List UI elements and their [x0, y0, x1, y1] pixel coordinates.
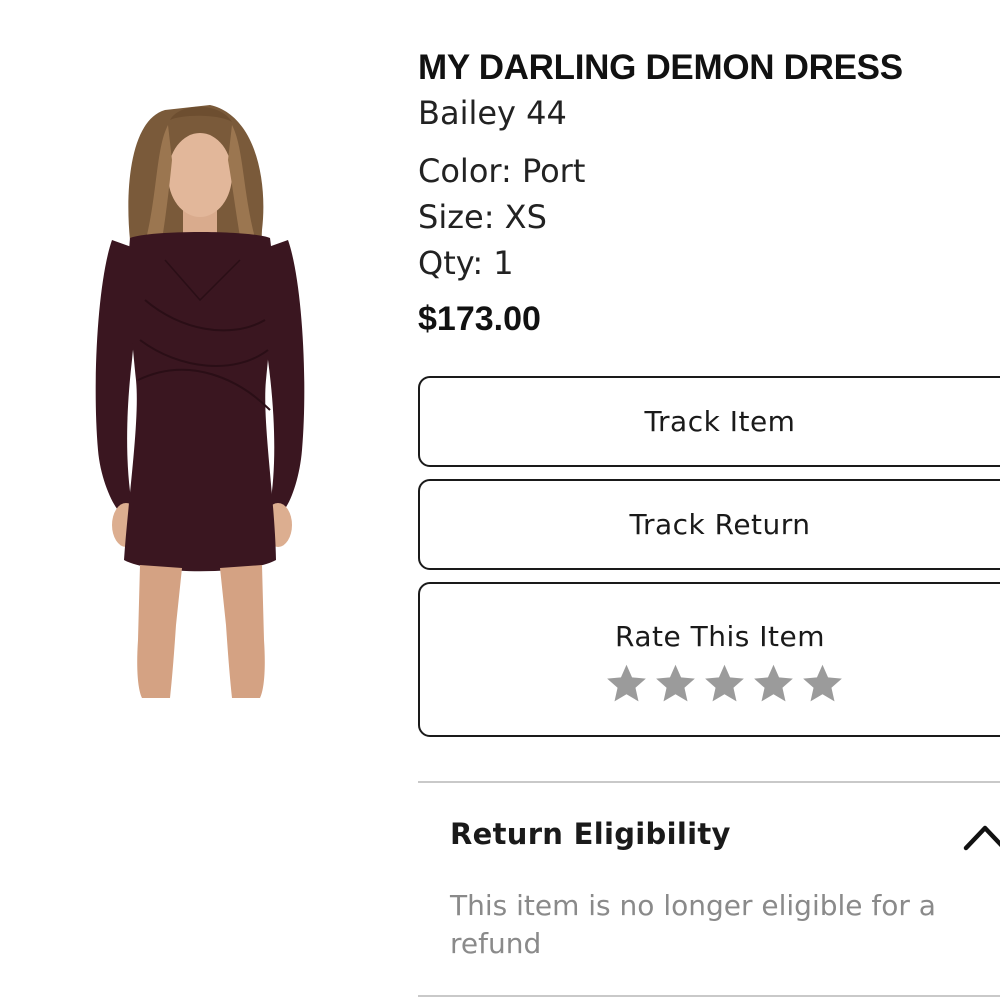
chevron-up-icon[interactable]	[962, 820, 1000, 854]
return-eligibility-heading[interactable]: Return Eligibility	[450, 817, 731, 851]
star-icon[interactable]	[654, 662, 697, 705]
section-divider	[418, 995, 1000, 997]
rate-item-label: Rate This Item	[615, 620, 825, 653]
track-return-label: Track Return	[629, 508, 811, 541]
section-divider	[418, 781, 1000, 783]
model-illustration	[95, 105, 305, 698]
product-title: MY DARLING DEMON DRESS	[418, 48, 903, 87]
track-item-label: Track Item	[644, 405, 796, 438]
star-rating	[412, 662, 1000, 705]
product-color: Color: Port	[418, 152, 586, 190]
product-price: $173.00	[418, 300, 541, 338]
star-icon[interactable]	[801, 662, 844, 705]
product-size: Size: XS	[418, 198, 547, 236]
star-icon[interactable]	[703, 662, 746, 705]
product-quantity: Qty: 1	[418, 244, 514, 282]
track-return-button[interactable]: Track Return	[418, 479, 1000, 570]
return-eligibility-message: This item is no longer eligible for a re…	[450, 889, 936, 960]
star-icon[interactable]	[752, 662, 795, 705]
product-image	[70, 80, 330, 710]
track-item-button[interactable]: Track Item	[418, 376, 1000, 467]
rate-item-card: Rate This Item	[418, 582, 1000, 737]
star-icon[interactable]	[605, 662, 648, 705]
product-brand: Bailey 44	[418, 94, 567, 132]
